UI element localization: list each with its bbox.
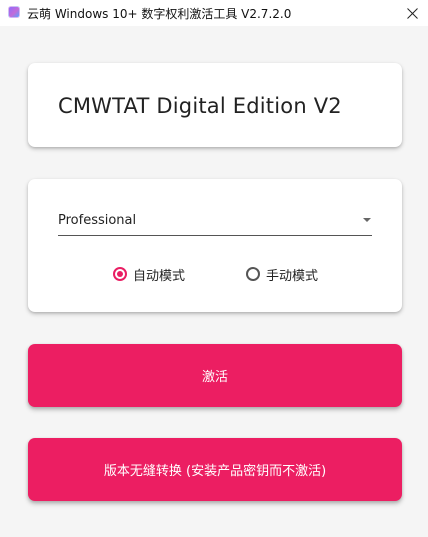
radio-manual-mode[interactable]: 手动模式 <box>246 264 318 284</box>
radio-unchecked-icon <box>246 267 260 281</box>
title-bar[interactable]: 云萌 Windows 10+ 数字权利激活工具 V2.7.2.0 <box>0 0 428 26</box>
app-window: 云萌 Windows 10+ 数字权利激活工具 V2.7.2.0 CMWTAT … <box>0 0 428 537</box>
dropdown-arrow-icon <box>363 218 371 222</box>
radio-manual-mode-label: 手动模式 <box>266 268 319 284</box>
app-heading: CMWTAT Digital Edition V2 <box>58 94 342 118</box>
radio-checked-icon <box>113 267 127 281</box>
radio-auto-mode[interactable]: 自动模式 <box>113 264 185 284</box>
app-logo-icon <box>8 6 20 18</box>
close-button[interactable] <box>396 0 428 26</box>
edition-select[interactable]: Professional <box>58 211 372 236</box>
activate-button[interactable]: 激活 <box>28 344 402 407</box>
edition-select-value: Professional <box>58 213 137 228</box>
header-card: CMWTAT Digital Edition V2 <box>28 63 402 147</box>
window-title: 云萌 Windows 10+ 数字权利激活工具 V2.7.2.0 <box>27 7 292 21</box>
close-icon <box>406 7 418 19</box>
convert-edition-button[interactable]: 版本无缝转换 (安装产品密钥而不激活) <box>28 438 402 501</box>
radio-auto-mode-label: 自动模式 <box>133 268 186 284</box>
options-card: Professional 自动模式 手动模式 <box>28 179 402 312</box>
